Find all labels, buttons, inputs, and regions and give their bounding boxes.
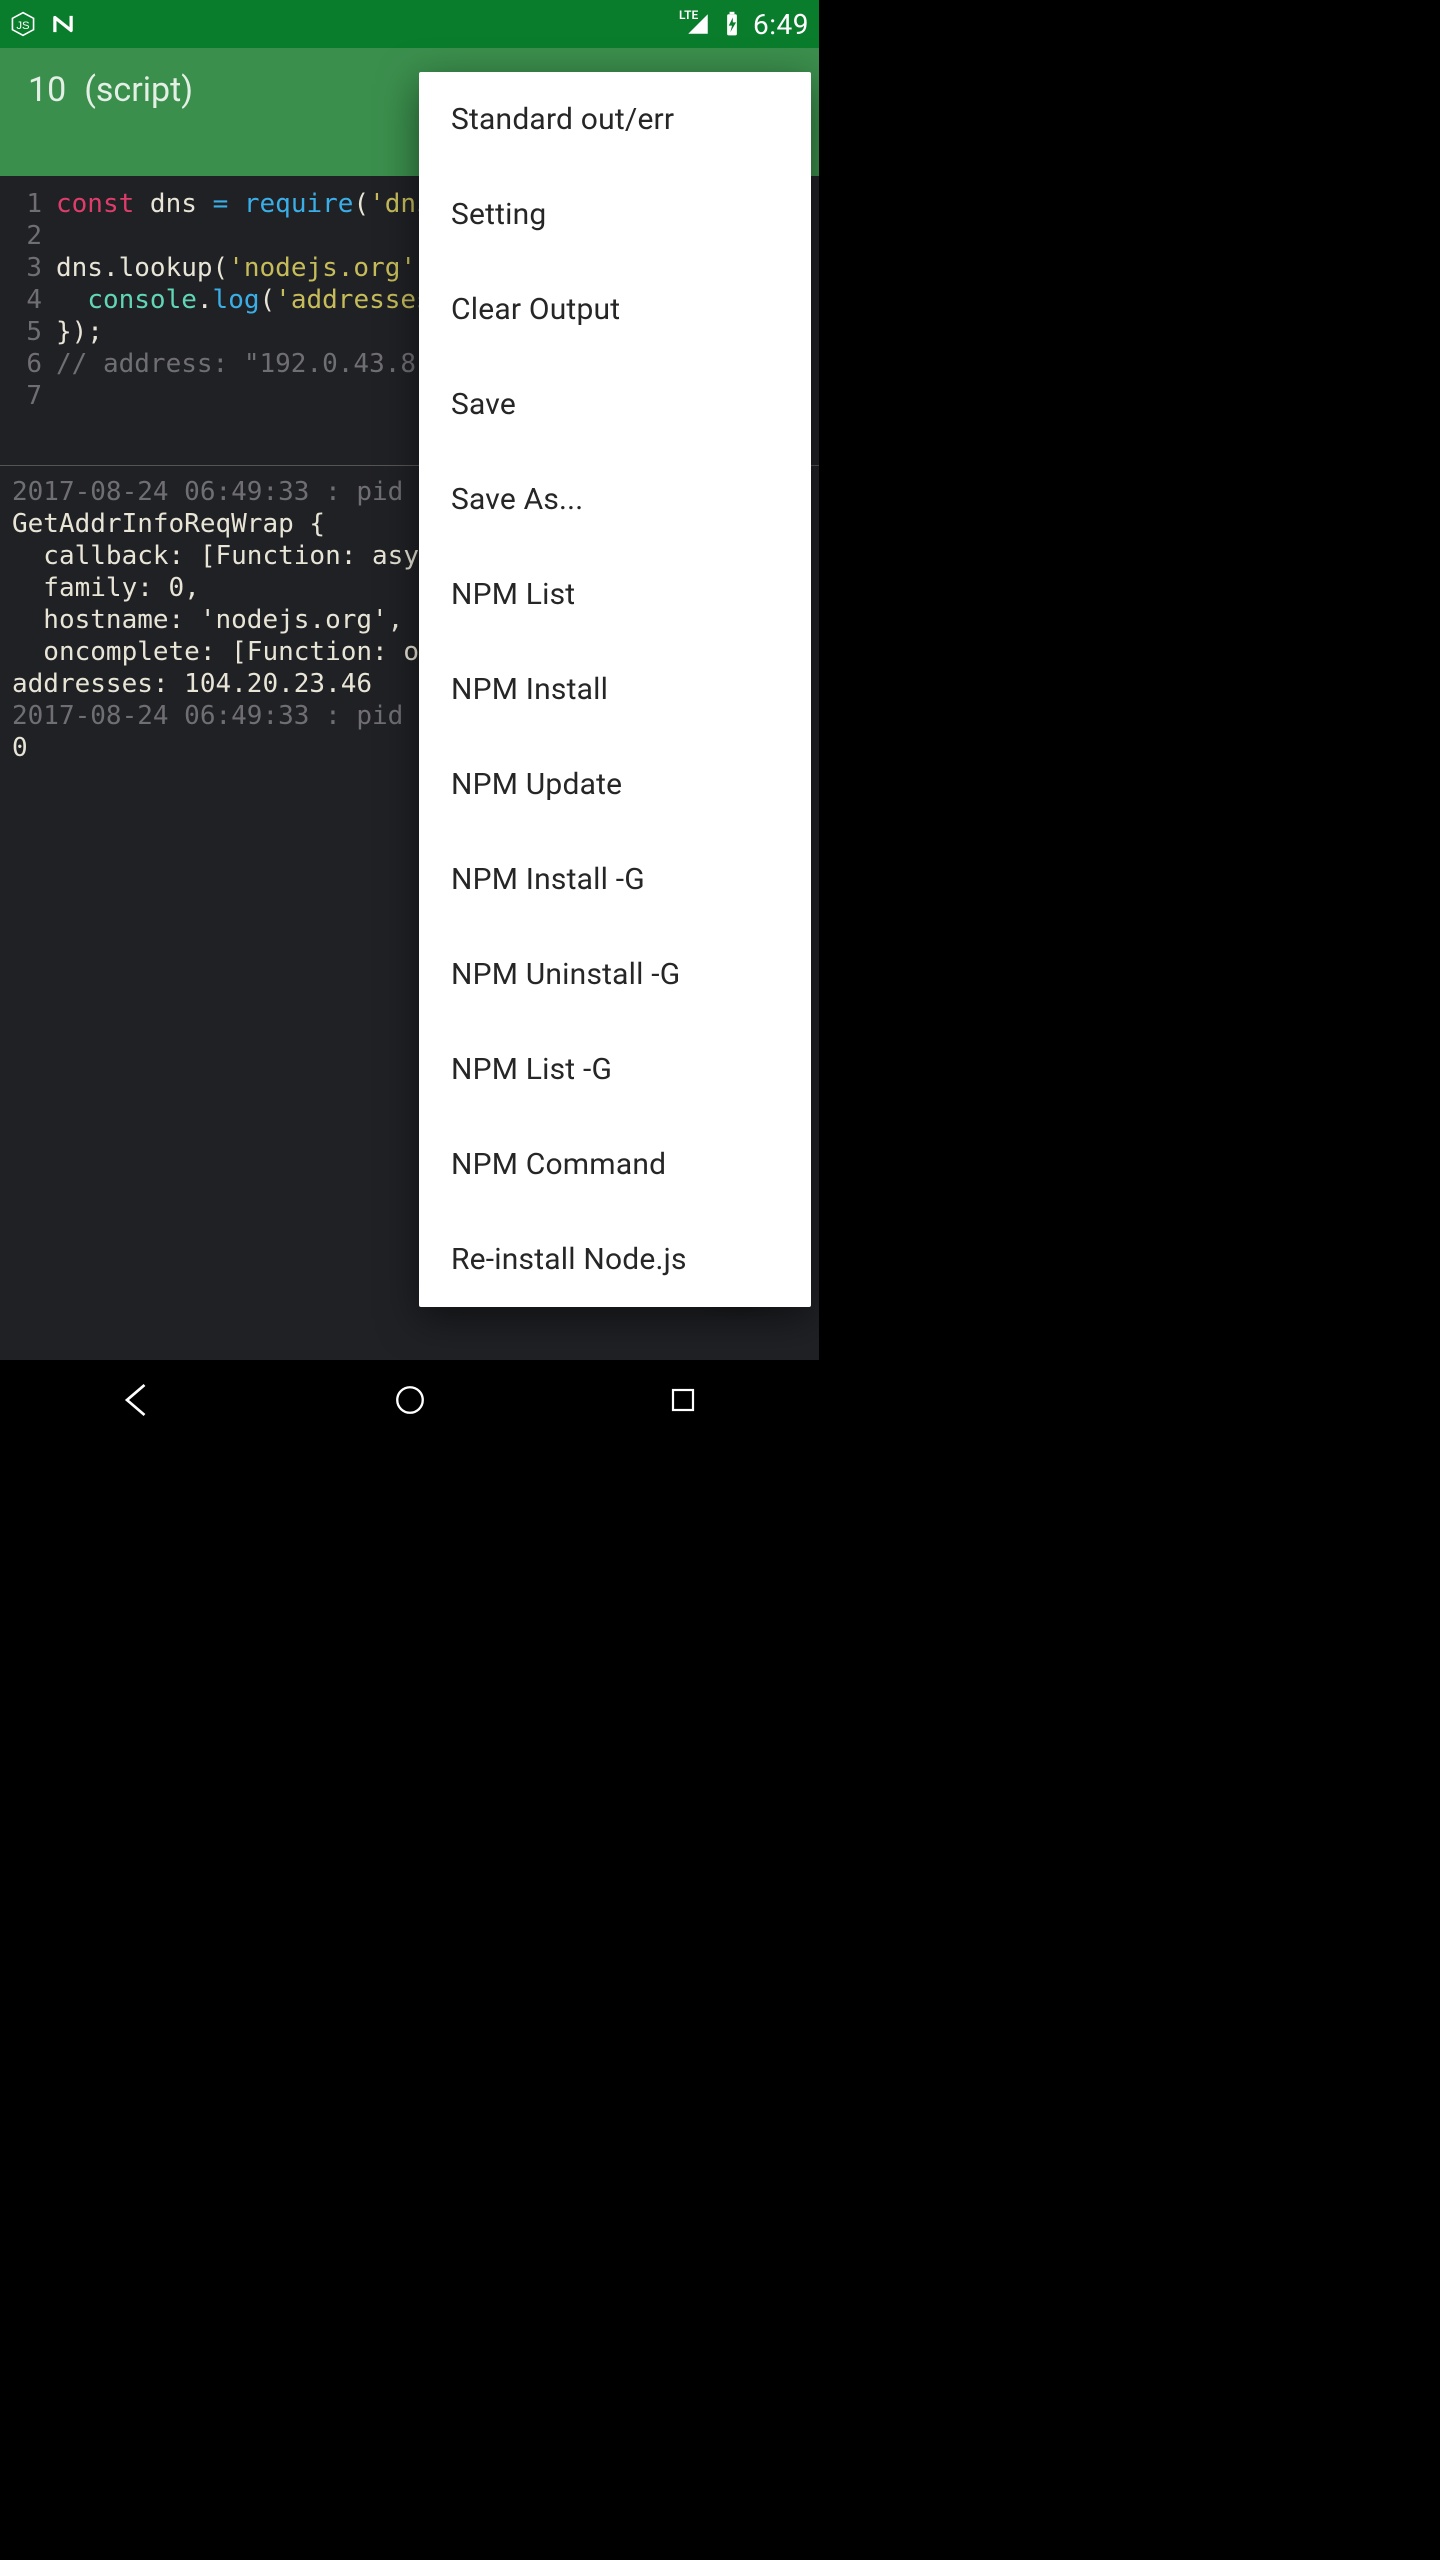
- nav-recent-button[interactable]: [653, 1380, 713, 1420]
- android-nav-bar: [0, 1360, 819, 1440]
- line-number: 7: [12, 380, 56, 412]
- menu-item-npm-list-g[interactable]: NPM List -G: [419, 1022, 811, 1117]
- line-number: 5: [12, 316, 56, 348]
- line-number: 3: [12, 252, 56, 284]
- status-bar: JS LTE 6:49: [0, 0, 819, 48]
- line-number: 2: [12, 220, 56, 252]
- menu-item-npm-list[interactable]: NPM List: [419, 547, 811, 642]
- menu-item-save-as[interactable]: Save As...: [419, 452, 811, 547]
- menu-item-npm-command[interactable]: NPM Command: [419, 1117, 811, 1212]
- network-type-label: LTE: [679, 9, 698, 21]
- line-number: 1: [12, 188, 56, 220]
- status-time: 6:49: [753, 8, 809, 41]
- nodejs-icon: JS: [10, 11, 36, 37]
- menu-item-clear-output[interactable]: Clear Output: [419, 262, 811, 357]
- line-number: 6: [12, 348, 56, 380]
- menu-item-stdout-err[interactable]: Standard out/err: [419, 72, 811, 167]
- nav-home-button[interactable]: [380, 1380, 440, 1420]
- line-number: 4: [12, 284, 56, 316]
- output-line: GetAddrInfoReqWrap {: [12, 509, 325, 539]
- output-line: addresses: 104.20.23.46: [12, 669, 372, 699]
- menu-item-npm-install[interactable]: NPM Install: [419, 642, 811, 737]
- menu-item-npm-uninstall-g[interactable]: NPM Uninstall -G: [419, 927, 811, 1022]
- tab-title: (script): [84, 70, 193, 110]
- menu-item-npm-install-g[interactable]: NPM Install -G: [419, 832, 811, 927]
- svg-text:JS: JS: [16, 20, 30, 32]
- output-line: 2017-08-24 06:49:33 : pid 3082: [12, 701, 482, 731]
- menu-item-npm-update[interactable]: NPM Update: [419, 737, 811, 832]
- nav-back-button[interactable]: [107, 1380, 167, 1420]
- battery-charging-icon: [719, 11, 745, 37]
- overflow-menu: Standard out/err Setting Clear Output Sa…: [419, 72, 811, 1307]
- output-line: hostname: 'nodejs.org',: [12, 605, 403, 635]
- tab-number: 10: [28, 70, 66, 110]
- output-line: 0: [12, 733, 28, 763]
- cellular-signal-icon: LTE: [685, 11, 711, 37]
- app-n-icon: [50, 11, 76, 37]
- menu-item-save[interactable]: Save: [419, 357, 811, 452]
- status-left: JS: [10, 11, 76, 37]
- menu-item-setting[interactable]: Setting: [419, 167, 811, 262]
- menu-item-reinstall-node[interactable]: Re-install Node.js: [419, 1212, 811, 1307]
- status-right: LTE 6:49: [685, 8, 809, 41]
- output-line: family: 0,: [12, 573, 200, 603]
- output-line: 2017-08-24 06:49:33 : pid 3082: [12, 477, 482, 507]
